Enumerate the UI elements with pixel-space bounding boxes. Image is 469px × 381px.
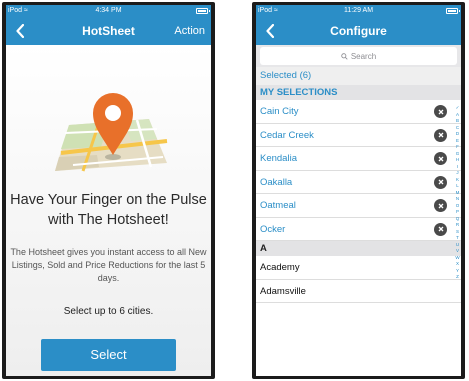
- hotsheet-description: The Hotsheet gives you instant access to…: [10, 247, 207, 283]
- city-label: Oatmeal: [260, 200, 296, 211]
- city-label: Academy: [260, 262, 300, 273]
- status-time: 4:34 PM: [95, 7, 122, 14]
- selected-city-row[interactable]: Cedar Creek: [256, 123, 461, 147]
- index-letter[interactable]: Z: [456, 274, 459, 281]
- battery-icon: [446, 8, 460, 14]
- x-circle-icon: [438, 179, 443, 185]
- section-header-a: A: [256, 241, 461, 256]
- city-list: Selected (6) MY SELECTIONS Cain City Ced…: [256, 67, 461, 376]
- city-label: Adamsville: [260, 285, 306, 297]
- hotsheet-screen: iPod ≈ 4:34 PM HotSheet Action Have Your…: [6, 5, 211, 376]
- cities-prompt: Select up to 6 cities.: [63, 306, 154, 317]
- selected-city-row[interactable]: Oatmeal: [256, 194, 461, 218]
- configure-screen: iPod ≈ 11:29 AM Configure Search Selecte…: [256, 5, 461, 376]
- alphabet-index[interactable]: ✓ A B C D E F G H I J K L M N O P Q R S T U V W X Y Z: [455, 105, 460, 281]
- city-label: Oakalla: [260, 176, 293, 188]
- battery-icon: [196, 8, 210, 14]
- x-circle-icon: [438, 226, 443, 232]
- remove-button[interactable]: [434, 105, 447, 118]
- nav-bar: Configure: [256, 17, 461, 45]
- x-circle-icon: [438, 203, 443, 208]
- remove-button[interactable]: [434, 128, 447, 142]
- section-header-my-selections: MY SELECTIONS: [256, 85, 461, 100]
- nav-bar: HotSheet Action: [6, 17, 211, 45]
- remove-button[interactable]: [434, 175, 447, 189]
- city-row[interactable]: Adamsville: [256, 279, 461, 303]
- magnifier-icon: [341, 52, 348, 60]
- hotsheet-content: Have Your Finger on the Pulse with The H…: [6, 45, 211, 376]
- page-title: Configure: [330, 24, 387, 38]
- x-circle-icon: [438, 156, 443, 161]
- city-label: Cain City: [260, 106, 299, 117]
- city-row[interactable]: Academy: [256, 256, 461, 280]
- hotsheet-headline: Have Your Finger on the Pulse with The H…: [10, 192, 207, 228]
- selected-city-row[interactable]: Kendalia: [256, 147, 461, 171]
- status-time: 11:29 AM: [343, 7, 374, 14]
- selected-city-row[interactable]: Cain City: [256, 100, 461, 124]
- map-pin-icon: [54, 93, 167, 172]
- x-circle-icon: [438, 109, 443, 114]
- remove-button[interactable]: [434, 222, 447, 236]
- remove-button[interactable]: [434, 152, 447, 165]
- select-button[interactable]: Select: [41, 339, 176, 371]
- status-bar: iPod ≈ 11:29 AM: [256, 5, 461, 17]
- search-placeholder: Search: [350, 51, 377, 61]
- status-bar: iPod ≈ 4:34 PM: [6, 5, 211, 17]
- search-bar: Search: [256, 45, 461, 67]
- city-label: Kendalia: [260, 153, 297, 164]
- remove-button[interactable]: [434, 199, 447, 212]
- selected-city-row[interactable]: Oakalla: [256, 170, 461, 194]
- city-label: Cedar Creek: [260, 129, 314, 141]
- hotsheet-phone: iPod ≈ 4:34 PM HotSheet Action Have Your…: [2, 2, 215, 379]
- map-pin-illustration: [6, 67, 211, 177]
- city-label: Ocker: [260, 223, 286, 235]
- search-input[interactable]: Search: [260, 47, 457, 65]
- selected-count: Selected (6): [256, 67, 461, 85]
- x-circle-icon: [438, 132, 443, 138]
- configure-phone: iPod ≈ 11:29 AM Configure Search Selecte…: [252, 2, 465, 379]
- action-button[interactable]: Action: [174, 17, 205, 45]
- selected-city-row[interactable]: Ocker: [256, 217, 461, 241]
